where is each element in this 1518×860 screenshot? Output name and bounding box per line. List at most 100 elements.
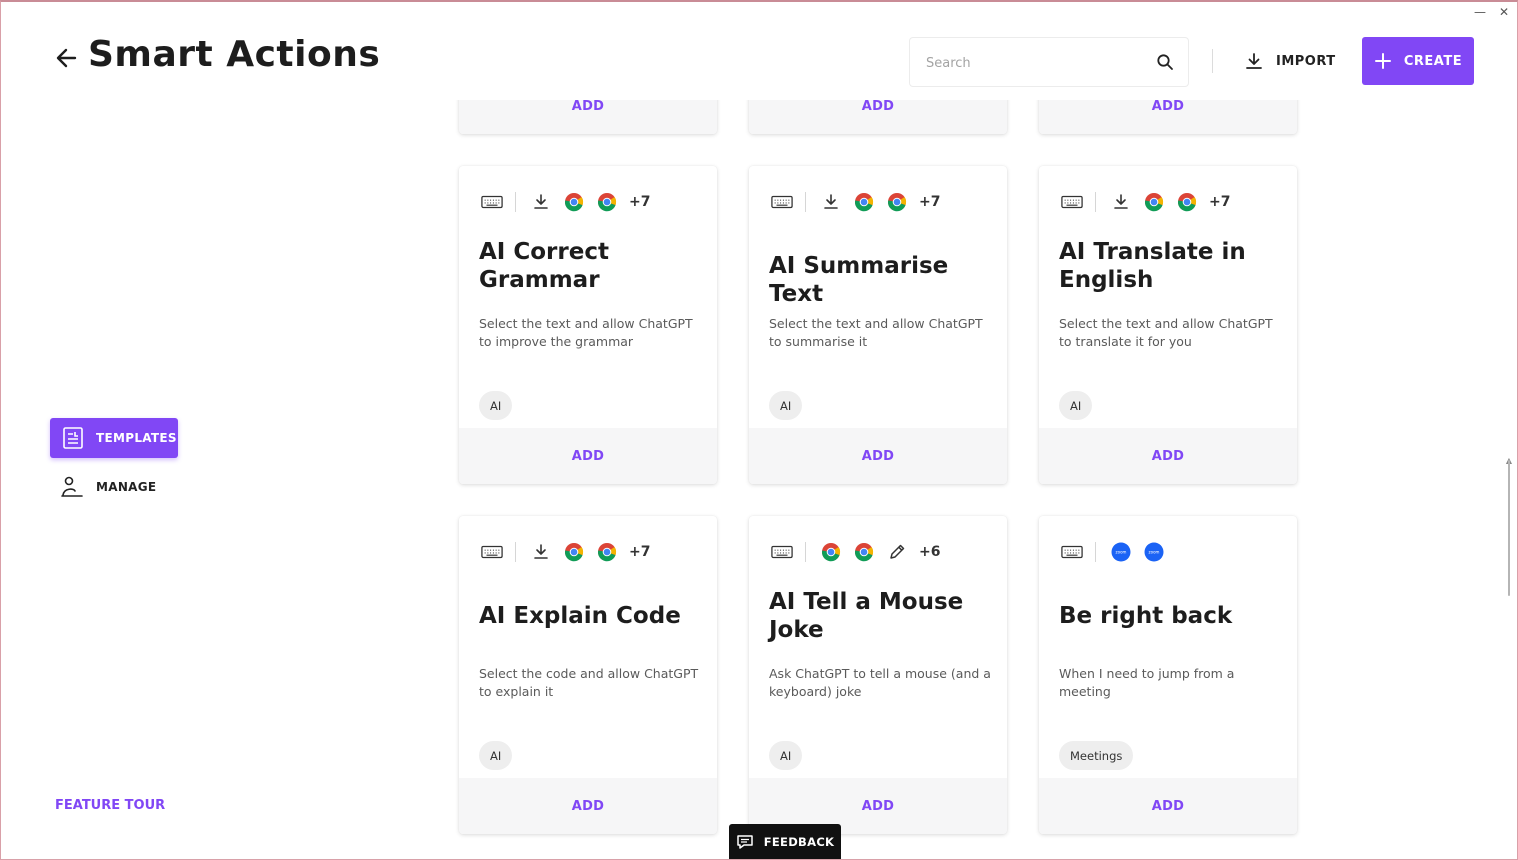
nav-manage-label: MANAGE: [96, 480, 157, 494]
feature-tour-link[interactable]: FEATURE TOUR: [55, 798, 165, 813]
download-icon: [820, 191, 842, 213]
import-button[interactable]: IMPORT: [1244, 46, 1336, 76]
zoom-icon: zoom: [1143, 541, 1165, 563]
chrome-icon: [596, 541, 618, 563]
chrome-icon: [1176, 191, 1198, 213]
card-title: AI Translate in English: [1059, 239, 1246, 293]
icon-separator: [805, 542, 806, 562]
more-apps-count: +6: [919, 544, 941, 560]
feedback-icon: [736, 835, 753, 849]
more-apps-count: +7: [1209, 194, 1231, 210]
chrome-icon: [563, 191, 585, 213]
window-controls: — ✕: [1472, 4, 1512, 20]
template-card: ADD: [1039, 100, 1297, 134]
template-card: +7 AI Explain Code Select the code and a…: [459, 516, 717, 834]
template-card: +6 AI Tell a Mouse Joke Ask ChatGPT to t…: [749, 516, 1007, 834]
template-card: zoom zoom Be right back When I need to j…: [1039, 516, 1297, 834]
tag-badge: AI: [769, 741, 803, 770]
manage-icon: [61, 476, 83, 497]
tag-badge: Meetings: [1059, 741, 1134, 770]
more-apps-count: +7: [629, 544, 651, 560]
nav-templates[interactable]: TEMPLATES: [50, 418, 178, 458]
template-card: +7 AI Summarise Text Select the text and…: [749, 166, 1007, 484]
card-description: Select the text and allow ChatGPT to imp…: [479, 316, 693, 349]
tag-badge: AI: [1059, 391, 1093, 420]
template-card: ADD: [459, 100, 717, 134]
more-apps-count: +7: [919, 194, 941, 210]
import-icon: [1246, 53, 1262, 69]
import-label: IMPORT: [1276, 53, 1336, 69]
page-title: Smart Actions: [88, 34, 381, 75]
add-button[interactable]: ADD: [1039, 428, 1297, 484]
card-title: AI Tell a Mouse Joke: [769, 589, 964, 643]
scrollbar-thumb[interactable]: [1508, 460, 1510, 596]
icon-separator: [805, 192, 806, 212]
add-button[interactable]: ADD: [749, 428, 1007, 484]
nav-manage[interactable]: MANAGE: [50, 468, 178, 506]
scrollbar[interactable]: [1506, 460, 1512, 596]
templates-icon: [63, 427, 83, 449]
chrome-icon: [853, 191, 875, 213]
add-button[interactable]: ADD: [459, 428, 717, 484]
search-icon[interactable]: [1156, 53, 1174, 71]
zoom-icon: zoom: [1110, 541, 1132, 563]
minimize-icon[interactable]: —: [1472, 4, 1488, 20]
feedback-button[interactable]: FEEDBACK: [729, 824, 841, 860]
pencil-icon: [886, 541, 908, 563]
chrome-icon: [820, 541, 842, 563]
more-apps-count: +7: [629, 194, 651, 210]
card-description: Select the code and allow ChatGPT to exp…: [479, 666, 699, 699]
add-button[interactable]: ADD: [749, 100, 1007, 134]
chrome-icon: [853, 541, 875, 563]
trigger-icons: zoom zoom: [1061, 541, 1176, 563]
zoom-icon-text: zoom: [1149, 550, 1160, 555]
download-icon: [530, 191, 552, 213]
search-input[interactable]: [926, 52, 1146, 74]
tag-badge: AI: [479, 741, 513, 770]
card-description: Select the text and allow ChatGPT to sum…: [769, 316, 983, 349]
header-divider: [1212, 49, 1213, 73]
chrome-icon: [886, 191, 908, 213]
templates-grid: ADD ADD ADD +7 AI Correct Grammar Select…: [440, 100, 1500, 860]
keyboard-icon: [481, 191, 503, 213]
trigger-icons: +6: [771, 541, 940, 563]
trigger-icons: +7: [771, 191, 940, 213]
download-icon: [1110, 191, 1132, 213]
search-box[interactable]: [909, 37, 1189, 87]
card-description: Ask ChatGPT to tell a mouse (and a keybo…: [769, 666, 991, 699]
keyboard-icon: [1061, 191, 1083, 213]
card-title: AI Correct Grammar: [479, 239, 609, 293]
trigger-icons: +7: [1061, 191, 1230, 213]
icon-separator: [1095, 192, 1096, 212]
add-button[interactable]: ADD: [1039, 778, 1297, 834]
keyboard-icon: [771, 191, 793, 213]
icon-separator: [515, 192, 516, 212]
template-card: +7 AI Translate in English Select the te…: [1039, 166, 1297, 484]
card-title: AI Summarise Text: [769, 253, 949, 307]
add-button[interactable]: ADD: [1039, 100, 1297, 134]
card-title: AI Explain Code: [479, 603, 681, 629]
icon-separator: [515, 542, 516, 562]
card-description: When I need to jump from a meeting: [1059, 666, 1235, 699]
nav-templates-label: TEMPLATES: [96, 431, 177, 445]
download-icon: [530, 541, 552, 563]
icon-separator: [1095, 542, 1096, 562]
trigger-icons: +7: [481, 541, 650, 563]
card-title: Be right back: [1059, 603, 1233, 629]
card-description: Select the text and allow ChatGPT to tra…: [1059, 316, 1273, 349]
template-card: +7 AI Correct Grammar Select the text an…: [459, 166, 717, 484]
feedback-label: FEEDBACK: [763, 835, 835, 849]
tag-badge: AI: [769, 391, 803, 420]
create-button[interactable]: CREATE: [1362, 37, 1474, 85]
add-button[interactable]: ADD: [459, 100, 717, 134]
back-arrow-icon[interactable]: [54, 44, 80, 72]
plus-icon: [1374, 53, 1391, 69]
close-icon[interactable]: ✕: [1496, 4, 1512, 20]
chrome-icon: [563, 541, 585, 563]
keyboard-icon: [481, 541, 503, 563]
keyboard-icon: [771, 541, 793, 563]
add-button[interactable]: ADD: [459, 778, 717, 834]
template-card: ADD: [749, 100, 1007, 134]
chrome-icon: [1143, 191, 1165, 213]
zoom-icon-text: zoom: [1116, 550, 1127, 555]
